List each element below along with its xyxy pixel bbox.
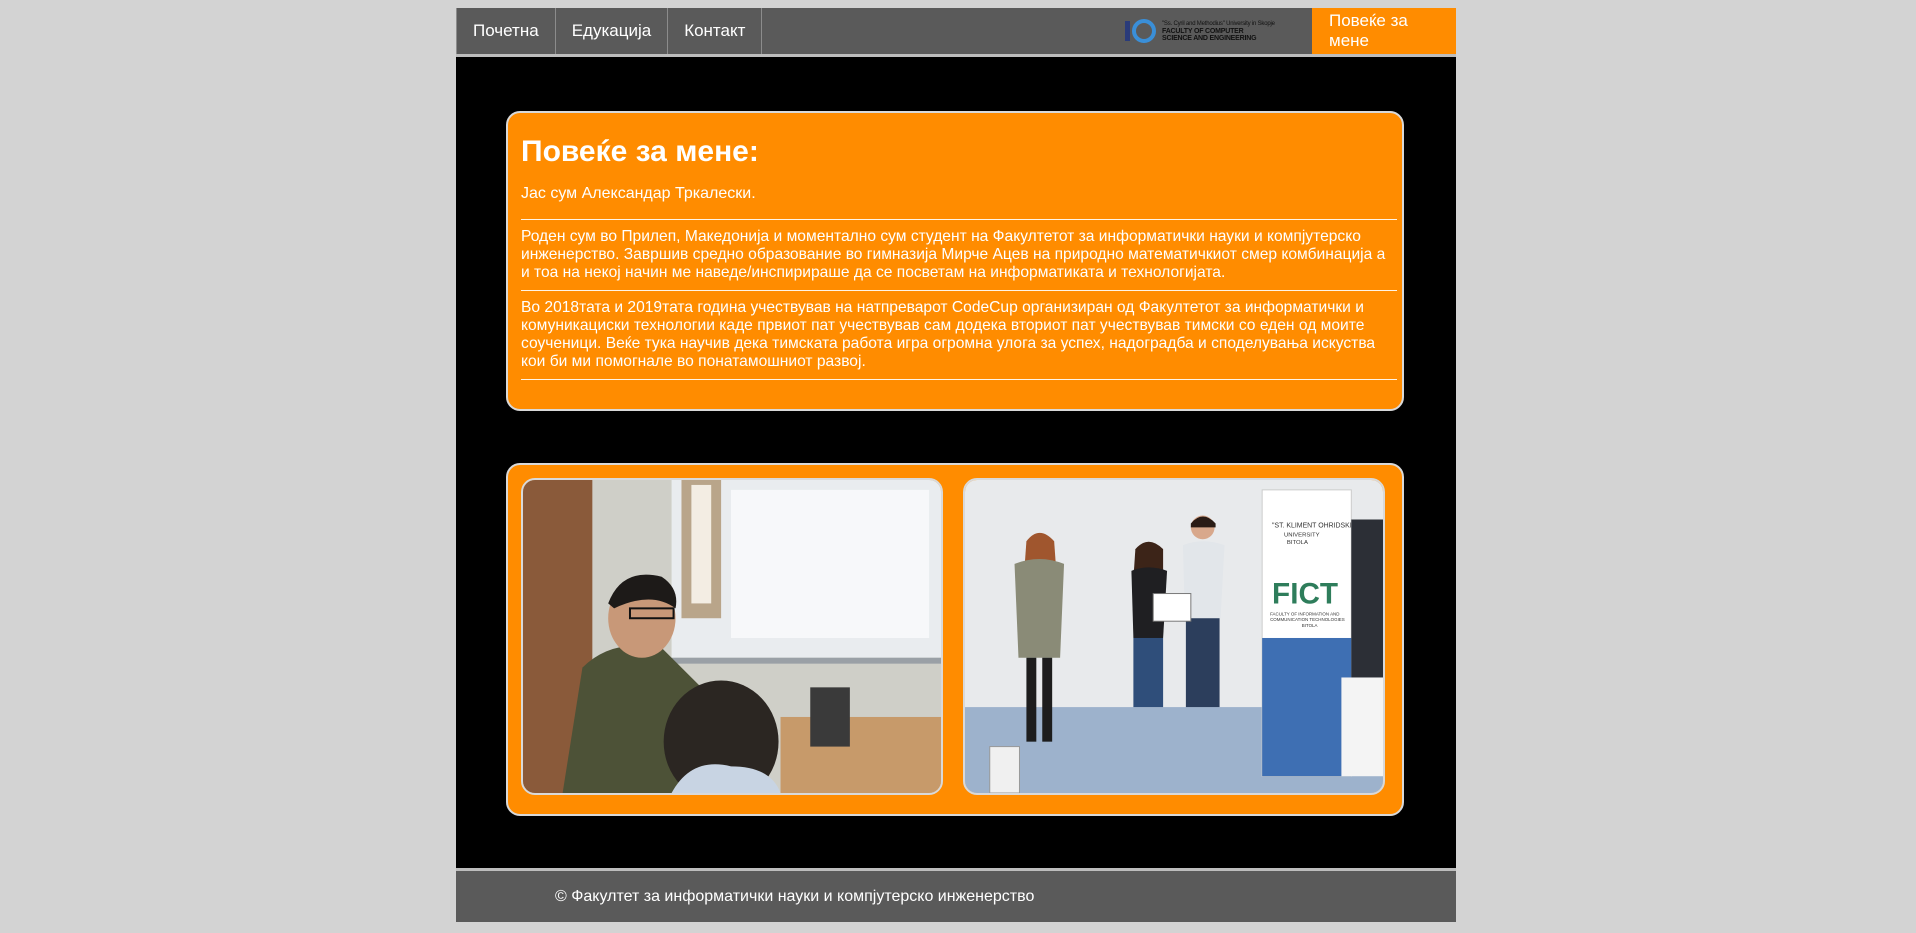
divider xyxy=(521,219,1397,220)
award-photo-image: "ST. KLIMENT OHRIDSKI" UNIVERSITY BITOLA… xyxy=(965,480,1383,793)
banner-university-text: "ST. KLIMENT OHRIDSKI" xyxy=(1272,522,1355,529)
nav-item-education[interactable]: Едукација xyxy=(556,8,669,54)
about-intro: Јас сум Александар Тркалески. xyxy=(521,185,756,202)
finki-logo-mark-icon xyxy=(1125,19,1156,43)
footer: © Факултет за информатички науки и компј… xyxy=(456,868,1456,922)
banner-university-sub: UNIVERSITY xyxy=(1284,532,1320,538)
about-paragraph-birth: Роден сум во Прилеп, Македонија и момент… xyxy=(521,228,1386,281)
finki-logo: "Ss. Cyril and Methodius" University in … xyxy=(1122,8,1292,54)
top-navigation: Почетна Едукација Контакт "Ss. Cyril and… xyxy=(456,8,1456,57)
banner-faculty-line1: FACULTY OF INFORMATION AND xyxy=(1270,611,1339,616)
logo-university-line: "Ss. Cyril and Methodius" University in … xyxy=(1162,20,1275,27)
logo-field-line: SCIENCE AND ENGINEERING xyxy=(1162,34,1257,42)
photo-presentation xyxy=(521,478,943,795)
nav-item-contact[interactable]: Контакт xyxy=(668,8,763,54)
nav-item-home[interactable]: Почетна xyxy=(456,8,556,54)
finki-logo-text: "Ss. Cyril and Methodius" University in … xyxy=(1162,21,1275,42)
divider xyxy=(521,290,1397,291)
banner-city: BITOLA xyxy=(1287,540,1308,546)
presentation-photo-image xyxy=(523,480,941,793)
photo-award: "ST. KLIMENT OHRIDSKI" UNIVERSITY BITOLA… xyxy=(963,478,1385,795)
nav-item-about-active[interactable]: Повеќе за мене xyxy=(1312,8,1456,54)
about-title: Повеќе за мене: xyxy=(521,135,759,168)
banner-faculty-line3: BITOLA xyxy=(1302,623,1318,628)
footer-copyright: © Факултет за информатички науки и компј… xyxy=(555,887,1035,905)
banner-brand: FICT xyxy=(1272,577,1338,610)
main-content: Повеќе за мене: Јас сум Александар Тркал… xyxy=(456,57,1456,868)
page-container: Почетна Едукација Контакт "Ss. Cyril and… xyxy=(456,8,1456,922)
about-paragraph-codecup: Во 2018тата и 2019тата година учествував… xyxy=(521,299,1376,370)
photo-gallery: "ST. KLIMENT OHRIDSKI" UNIVERSITY BITOLA… xyxy=(506,463,1404,816)
logo-faculty-line: FACULTY OF COMPUTER xyxy=(1162,27,1244,35)
about-box: Повеќе за мене: Јас сум Александар Тркал… xyxy=(506,111,1404,411)
divider xyxy=(521,379,1397,380)
banner-faculty-line2: COMMUNICATION TECHNOLOGIES xyxy=(1270,617,1345,622)
